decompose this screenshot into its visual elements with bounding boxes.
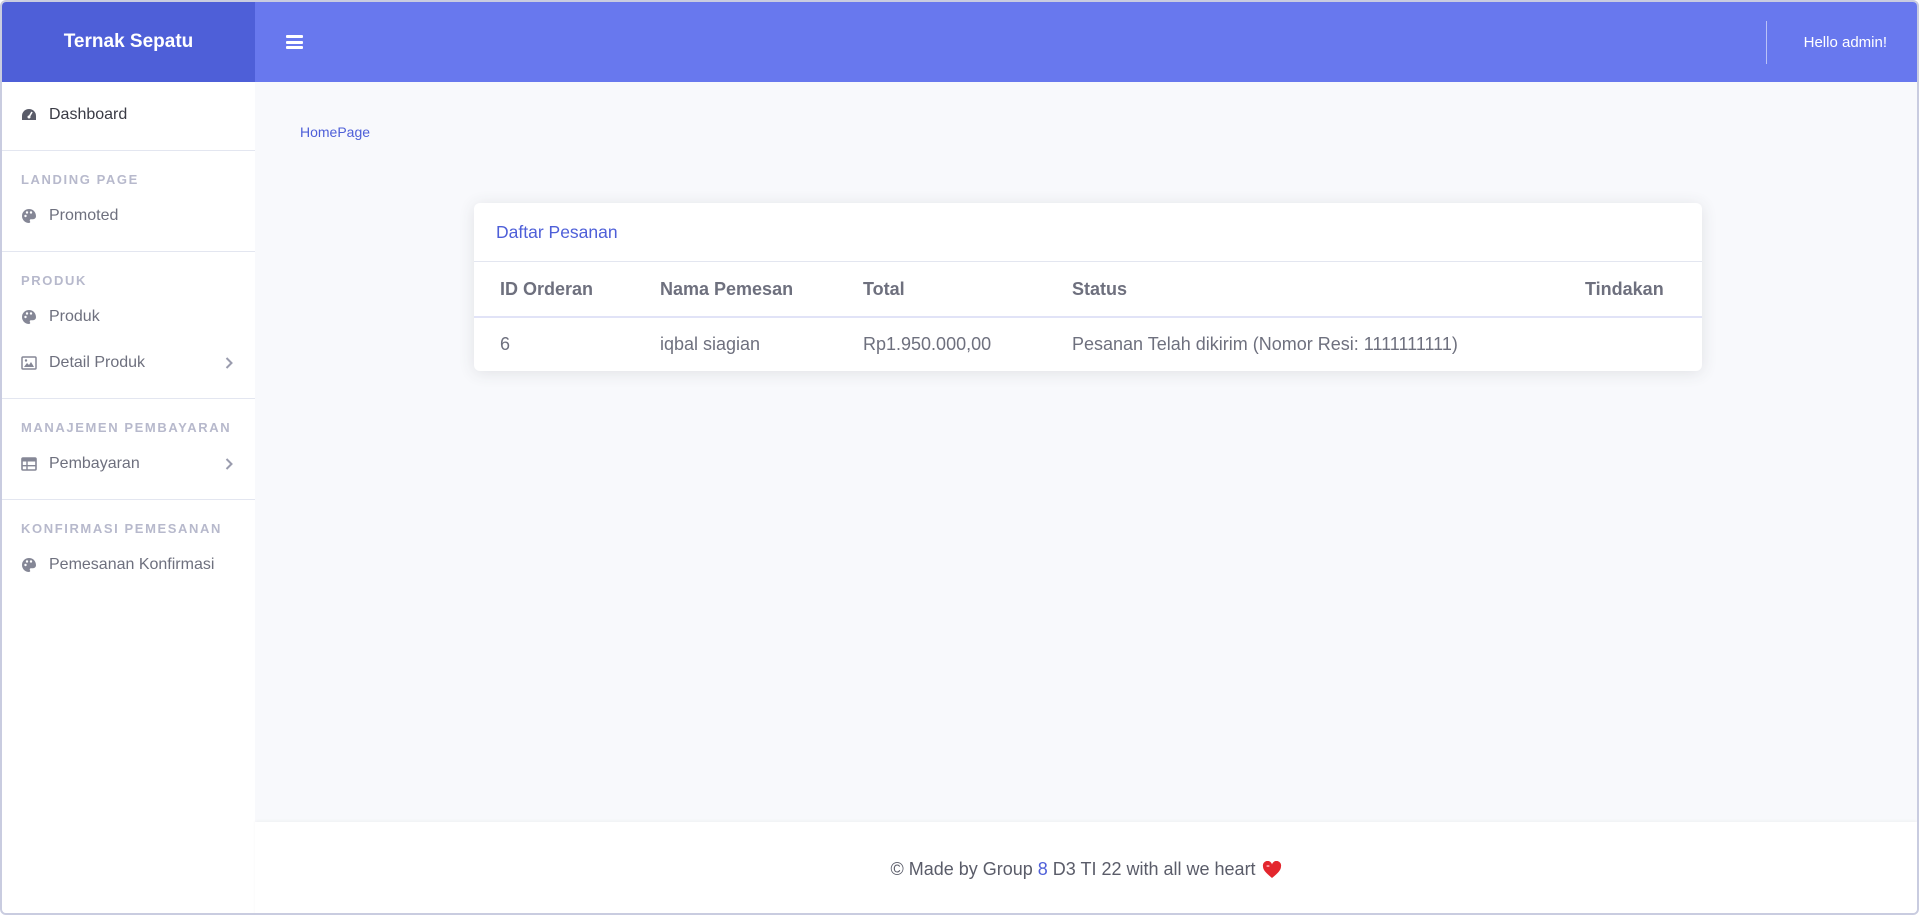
topbar: Hello admin! bbox=[255, 2, 1917, 82]
chevron-right-icon bbox=[225, 457, 235, 471]
bars-icon[interactable] bbox=[286, 35, 303, 49]
user-greeting[interactable]: Hello admin! bbox=[1804, 2, 1887, 82]
palette-icon bbox=[21, 557, 37, 573]
sidebar-heading-produk: PRODUK bbox=[21, 273, 87, 288]
footer-prefix: © Made by Group bbox=[890, 859, 1033, 879]
sidebar-item-produk[interactable]: Produk bbox=[2, 294, 255, 340]
table-icon bbox=[21, 456, 37, 472]
sidebar-item-pemesanan-konfirmasi[interactable]: Pemesanan Konfirmasi bbox=[2, 542, 255, 588]
footer: © Made by Group 8 D3 TI 22 with all we h… bbox=[255, 822, 1917, 913]
cell-total: Rp1.950.000,00 bbox=[863, 334, 992, 354]
sidebar-item-label: Detail Produk bbox=[49, 354, 146, 371]
sidebar-heading-konfirmasi-pemesanan: KONFIRMASI PEMESANAN bbox=[21, 521, 223, 536]
chevron-right-icon bbox=[225, 356, 235, 370]
sidebar-item-label: Pemesanan Konfirmasi bbox=[49, 556, 215, 573]
sidebar-item-pembayaran[interactable]: Pembayaran bbox=[2, 441, 255, 487]
cell-id: 6 bbox=[500, 334, 511, 354]
main-content: HomePage Daftar Pesanan ID Orderan Nama … bbox=[255, 82, 1917, 822]
footer-suffix: D3 TI 22 with all we heart bbox=[1052, 859, 1256, 879]
column-header-action: Tindakan bbox=[1559, 262, 1702, 318]
sidebar-item-label: Pembayaran bbox=[49, 455, 140, 472]
heart-icon bbox=[1262, 860, 1282, 879]
card-title: Daftar Pesanan bbox=[474, 203, 1702, 262]
sidebar-item-detail-produk[interactable]: Detail Produk bbox=[2, 340, 255, 386]
topbar-divider bbox=[1766, 21, 1767, 64]
brand-title[interactable]: Ternak Sepatu bbox=[2, 2, 255, 82]
sidebar-heading-landing-page: LANDING PAGE bbox=[21, 172, 139, 187]
tachometer-icon bbox=[21, 107, 37, 123]
column-header-id: ID Orderan bbox=[474, 262, 634, 318]
sidebar-item-label: Promoted bbox=[49, 207, 119, 224]
column-header-status: Status bbox=[1046, 262, 1559, 318]
column-header-total: Total bbox=[837, 262, 1046, 318]
sidebar-item-label: Dashboard bbox=[49, 106, 128, 123]
orders-table: ID Orderan Nama Pemesan Total Status Tin… bbox=[474, 262, 1702, 371]
orders-card: Daftar Pesanan ID Orderan Nama Pemesan T… bbox=[474, 203, 1702, 371]
sidebar-heading-manajemen-pembayaran: MANAJEMEN PEMBAYARAN bbox=[21, 420, 232, 435]
cell-action bbox=[1559, 317, 1702, 371]
palette-icon bbox=[21, 208, 37, 224]
sidebar-item-label: Produk bbox=[49, 308, 100, 325]
breadcrumb[interactable]: HomePage bbox=[300, 124, 370, 140]
app-window: Ternak Sepatu Dashboard LANDING PAGE Pro… bbox=[0, 0, 1919, 915]
cell-name: iqbal siagian bbox=[660, 334, 761, 354]
image-icon bbox=[21, 355, 37, 371]
table-header-row: ID Orderan Nama Pemesan Total Status Tin… bbox=[474, 262, 1702, 318]
column-header-name: Nama Pemesan bbox=[634, 262, 837, 318]
sidebar-item-promoted[interactable]: Promoted bbox=[2, 193, 255, 239]
palette-icon bbox=[21, 309, 37, 325]
cell-status: Pesanan Telah dikirim (Nomor Resi: 11111… bbox=[1072, 334, 1458, 354]
sidebar-item-dashboard[interactable]: Dashboard bbox=[2, 92, 255, 138]
table-row: 6 iqbal siagian Rp1.950.000,00 Pesanan T… bbox=[474, 317, 1702, 371]
sidebar: Ternak Sepatu Dashboard LANDING PAGE Pro… bbox=[2, 2, 255, 913]
footer-group-number: 8 bbox=[1037, 859, 1048, 879]
